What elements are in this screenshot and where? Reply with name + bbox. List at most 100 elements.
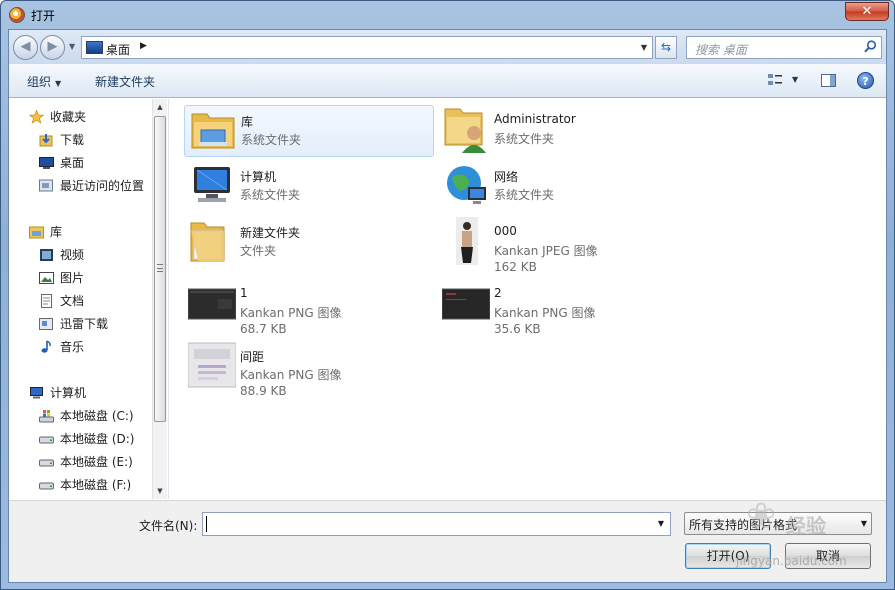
file-item-network[interactable]: 网络 系统文件夹 bbox=[438, 161, 688, 213]
file-item-type: Kankan PNG 图像 bbox=[494, 306, 596, 320]
text-caret bbox=[206, 516, 207, 532]
document-icon bbox=[41, 294, 52, 308]
app-icon bbox=[9, 7, 25, 23]
file-item-name: 计算机 bbox=[240, 170, 277, 184]
file-item-2[interactable]: 2 Kankan PNG 图像 35.6 KB bbox=[438, 279, 688, 336]
file-item-type: Kankan JPEG 图像 bbox=[494, 244, 598, 258]
nav-item-drive-d-label: 本地磁盘 (D:) bbox=[60, 432, 135, 446]
preview-pane-icon[interactable] bbox=[821, 74, 836, 87]
file-item-library[interactable]: 库 系统文件夹 bbox=[184, 105, 434, 157]
scrollbar-thumb[interactable] bbox=[154, 116, 166, 422]
cancel-button[interactable]: 取消 bbox=[785, 543, 871, 569]
file-type-value: 所有支持的图片格式 bbox=[689, 518, 798, 532]
file-item-size: 35.6 KB bbox=[494, 322, 541, 336]
chevron-down-icon[interactable]: ▼ bbox=[636, 37, 652, 58]
nav-item-drive-c-label: 本地磁盘 (C:) bbox=[60, 409, 134, 423]
nav-item-music-label: 音乐 bbox=[60, 340, 85, 354]
video-icon bbox=[40, 249, 53, 261]
file-item-type: 系统文件夹 bbox=[241, 133, 302, 147]
forward-button[interactable]: ▶ bbox=[40, 35, 65, 60]
nav-item-downloads-label: 下载 bbox=[60, 133, 85, 147]
file-item-name: 间距 bbox=[240, 350, 265, 364]
back-button[interactable]: ◀ bbox=[13, 35, 38, 60]
desktop-icon bbox=[86, 41, 103, 54]
file-item-name: 新建文件夹 bbox=[240, 226, 301, 240]
computer-icon bbox=[194, 167, 230, 202]
file-item-type: 系统文件夹 bbox=[240, 188, 301, 202]
view-options-icon[interactable] bbox=[767, 72, 783, 88]
scroll-down-arrow-icon[interactable]: ▼ bbox=[153, 483, 167, 499]
file-item-size: 88.9 KB bbox=[240, 384, 287, 398]
hard-drive-icon bbox=[39, 459, 54, 467]
photo-thumbnail bbox=[456, 217, 478, 265]
open-dialog: 打开 ✕ ◀ ▶ ▼ 桌面 ▶ ▼ ⇆ 搜索 桌面 组织 ▼ 新建文件夹 ▼ ?… bbox=[0, 0, 895, 590]
file-type-select[interactable]: 所有支持的图片格式 ▼ bbox=[684, 512, 872, 535]
view-dropdown-icon[interactable]: ▼ bbox=[792, 75, 798, 84]
nav-item-recent-label: 最近访问的位置 bbox=[60, 179, 145, 193]
desktop-icon bbox=[39, 157, 54, 169]
download-folder-icon bbox=[39, 134, 53, 147]
file-item-computer[interactable]: 计算机 系统文件夹 bbox=[184, 161, 434, 213]
file-item-type: Kankan PNG 图像 bbox=[240, 306, 342, 320]
help-icon[interactable]: ? bbox=[857, 72, 874, 89]
file-item-spacing[interactable]: 间距 Kankan PNG 图像 88.9 KB bbox=[184, 341, 434, 398]
search-placeholder: 搜索 桌面 bbox=[695, 43, 747, 57]
scroll-up-arrow-icon[interactable]: ▲ bbox=[153, 99, 167, 115]
window-title: 打开 bbox=[31, 9, 56, 23]
file-item-name: 1 bbox=[240, 286, 248, 300]
dark-thumbnail bbox=[188, 288, 236, 320]
breadcrumb-desktop[interactable]: 桌面 bbox=[106, 41, 130, 58]
nav-scrollbar[interactable]: ▲ ▼ bbox=[152, 99, 167, 499]
file-item-size: 68.7 KB bbox=[240, 322, 287, 336]
breadcrumb-arrow-icon[interactable]: ▶ bbox=[140, 41, 147, 51]
title-bar: 打开 ✕ bbox=[1, 1, 894, 29]
folder-icon bbox=[190, 222, 225, 262]
breadcrumb[interactable]: 桌面 ▶ ▼ bbox=[81, 36, 653, 59]
user-folder-icon bbox=[444, 108, 486, 153]
dark-thumbnail bbox=[442, 288, 490, 320]
file-list: 库 系统文件夹 Administrator 系统文件夹 计算机 系统文件夹 网络… bbox=[168, 99, 886, 499]
organize-button[interactable]: 组织 ▼ bbox=[27, 73, 61, 90]
nav-libraries-label: 库 bbox=[50, 225, 63, 239]
filename-label: 文件名(N): bbox=[139, 519, 198, 533]
nav-computer-label: 计算机 bbox=[50, 386, 87, 400]
refresh-button[interactable]: ⇆ bbox=[655, 36, 677, 59]
hard-drive-icon bbox=[39, 436, 54, 444]
light-thumbnail bbox=[188, 342, 236, 388]
file-item-type: 文件夹 bbox=[240, 244, 277, 258]
nav-item-documents-label: 文档 bbox=[60, 294, 85, 308]
chevron-down-icon: ▼ bbox=[860, 519, 867, 528]
address-bar: ◀ ▶ ▼ 桌面 ▶ ▼ ⇆ 搜索 桌面 bbox=[9, 30, 886, 64]
music-note-icon bbox=[41, 340, 51, 353]
network-icon bbox=[447, 166, 486, 204]
new-folder-button[interactable]: 新建文件夹 bbox=[95, 73, 155, 90]
file-item-name: Administrator bbox=[494, 112, 576, 126]
close-button[interactable]: ✕ bbox=[845, 2, 889, 21]
search-input[interactable]: 搜索 桌面 bbox=[686, 36, 882, 59]
file-item-type: 系统文件夹 bbox=[494, 132, 555, 146]
recent-places-icon bbox=[39, 179, 53, 192]
grip-icon bbox=[157, 264, 163, 272]
file-item-type: 系统文件夹 bbox=[494, 188, 555, 202]
nav-item-pictures-label: 图片 bbox=[60, 271, 85, 285]
nav-item-drive-f-label: 本地磁盘 (F:) bbox=[60, 478, 132, 492]
picture-icon bbox=[39, 272, 54, 284]
command-bar: 组织 ▼ 新建文件夹 ▼ ? bbox=[9, 64, 886, 98]
file-item-name: 000 bbox=[494, 224, 517, 238]
organize-label: 组织 bbox=[27, 75, 52, 89]
open-button[interactable]: 打开(O) bbox=[685, 543, 771, 569]
file-item-administrator[interactable]: Administrator 系统文件夹 bbox=[438, 105, 688, 157]
file-item-1[interactable]: 1 Kankan PNG 图像 68.7 KB bbox=[184, 279, 434, 336]
file-item-new-folder[interactable]: 新建文件夹 文件夹 bbox=[184, 217, 434, 269]
search-icon[interactable] bbox=[864, 40, 877, 53]
file-item-type: Kankan PNG 图像 bbox=[240, 368, 342, 382]
file-name-panel: 文件名(N): ▼ 所有支持的图片格式 ▼ 打开(O) 取消 bbox=[9, 500, 886, 582]
nav-item-videos-label: 视频 bbox=[60, 248, 85, 262]
dialog-body: ◀ ▶ ▼ 桌面 ▶ ▼ ⇆ 搜索 桌面 组织 ▼ 新建文件夹 ▼ ? 收藏夹 … bbox=[8, 29, 887, 583]
nav-item-thunder-downloads-label: 迅雷下载 bbox=[60, 317, 109, 331]
chevron-down-icon[interactable]: ▼ bbox=[654, 513, 668, 535]
nav-item-drive-e-label: 本地磁盘 (E:) bbox=[60, 455, 133, 469]
recent-pages-dropdown[interactable]: ▼ bbox=[69, 40, 79, 54]
filename-input[interactable]: ▼ bbox=[202, 512, 671, 536]
file-item-000[interactable]: 000 Kankan JPEG 图像 162 KB bbox=[438, 217, 688, 274]
